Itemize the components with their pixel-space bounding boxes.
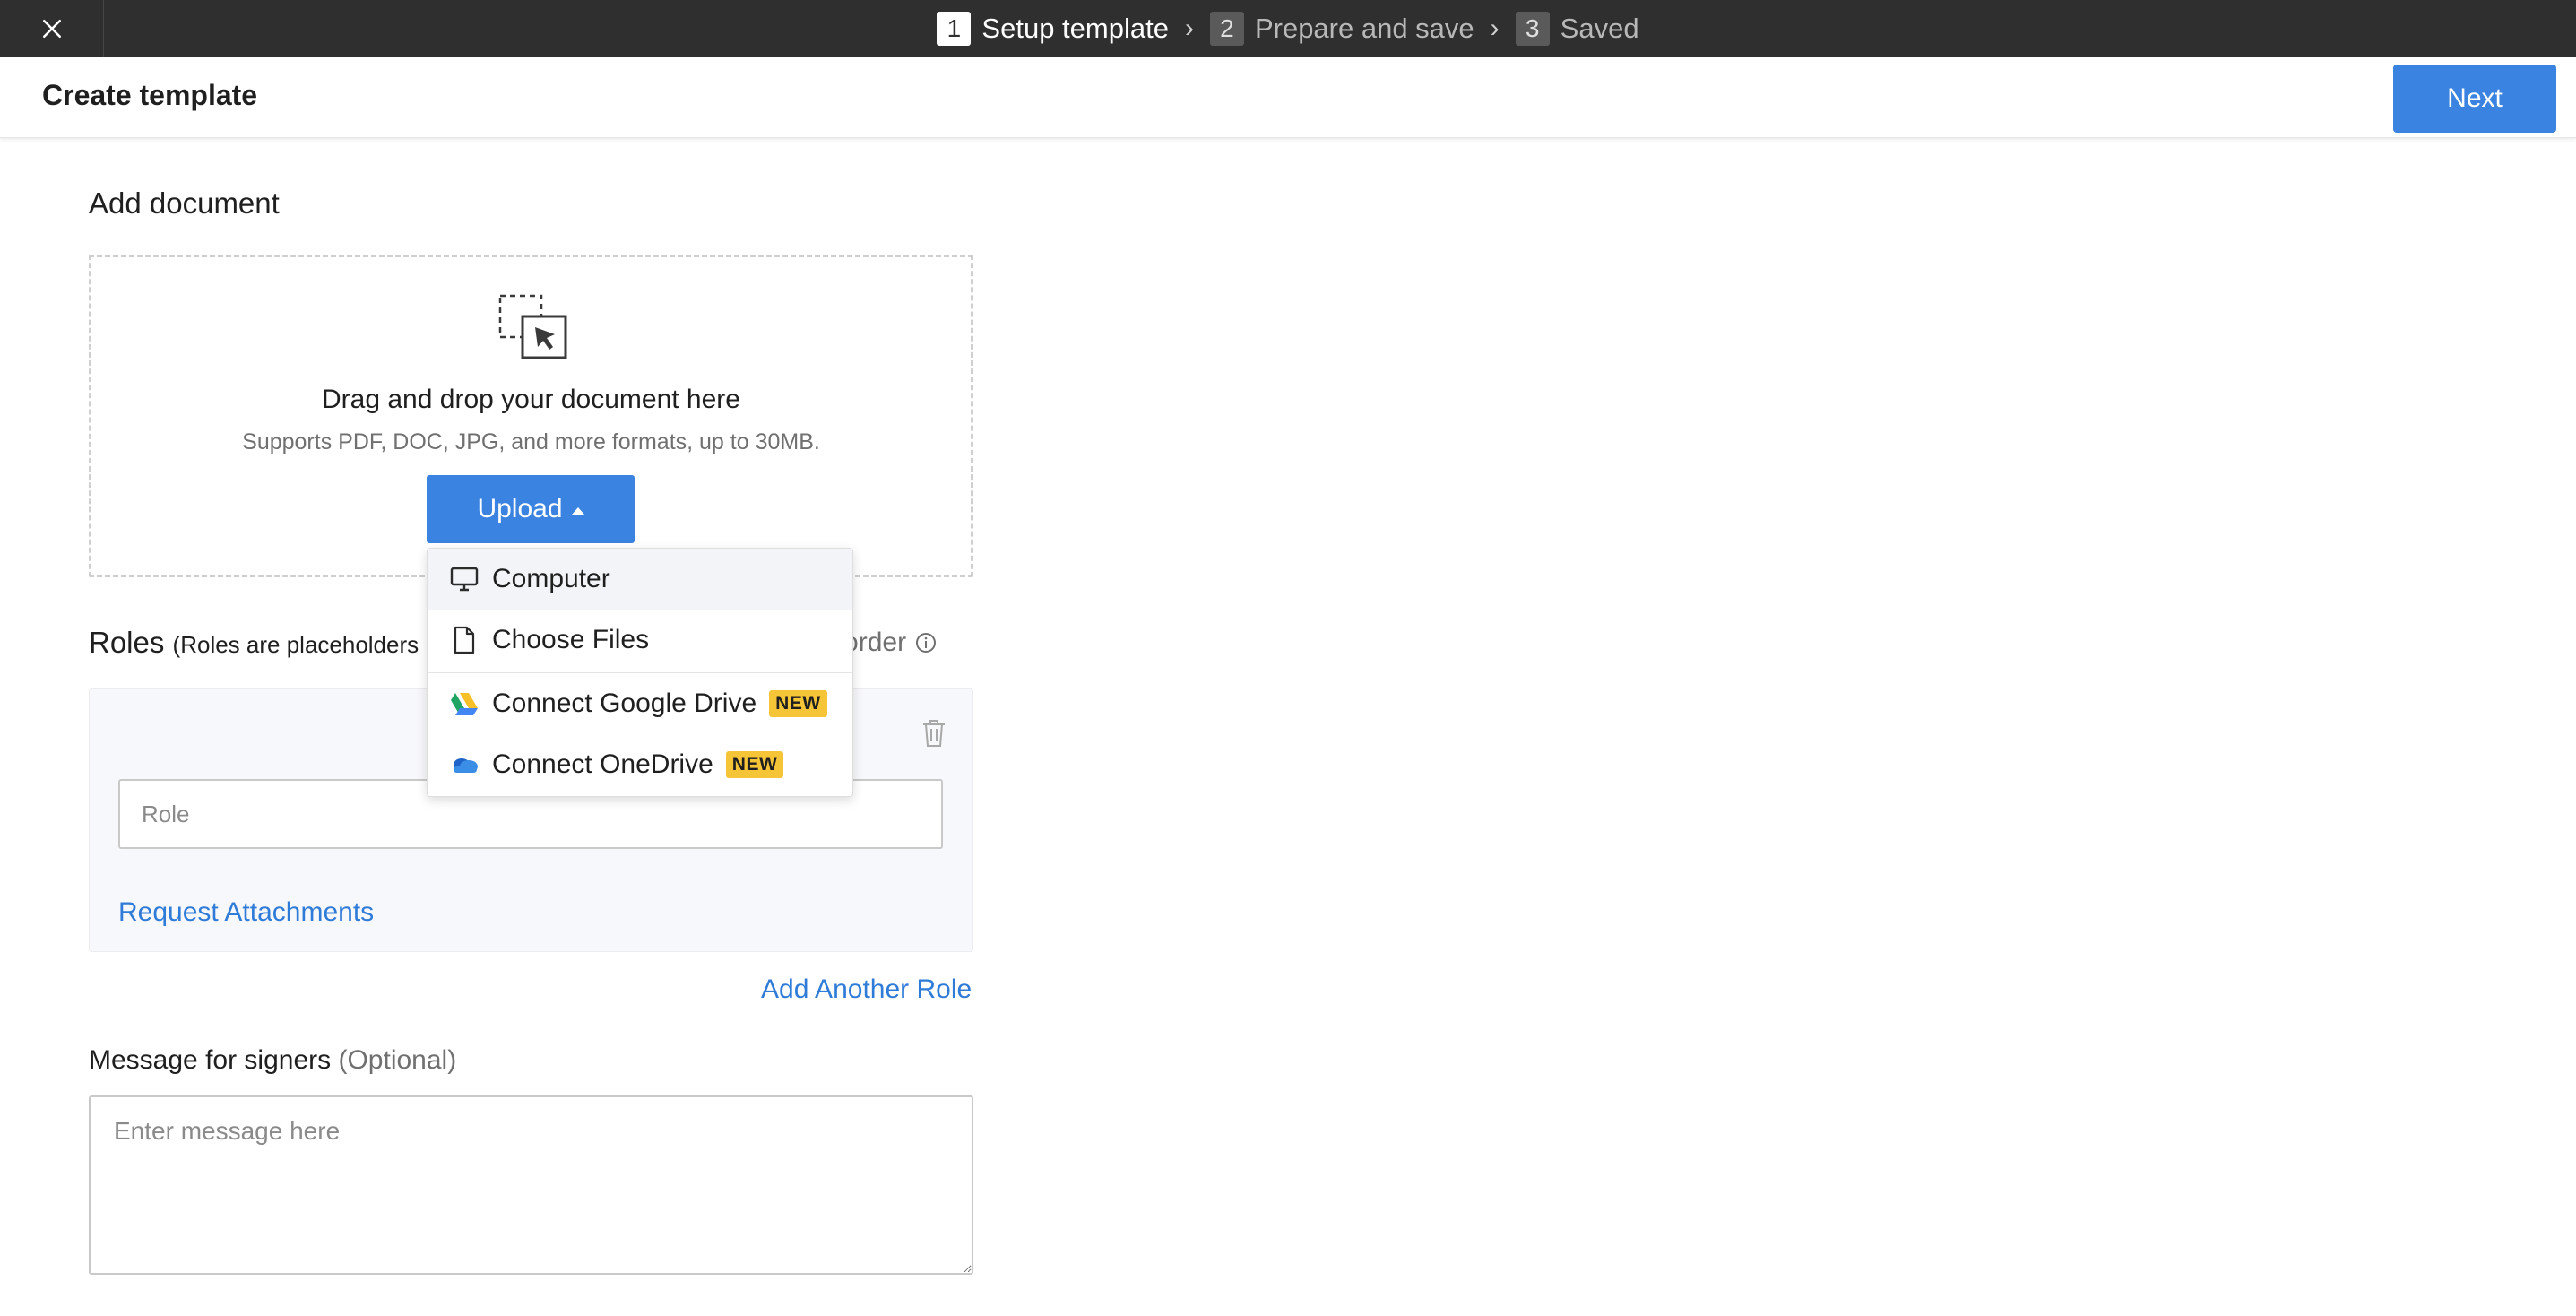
new-badge: NEW — [769, 690, 827, 717]
top-bar: 1 Setup template › 2 Prepare and save › … — [0, 0, 2576, 57]
close-icon — [42, 20, 61, 38]
menu-item-label: Choose Files — [492, 625, 650, 654]
step-number: 1 — [937, 12, 972, 46]
menu-item-label: Connect Google Drive — [492, 688, 757, 718]
menu-item-google-drive[interactable]: Connect Google Drive NEW — [428, 673, 852, 734]
menu-item-label: Computer — [492, 564, 610, 593]
onedrive-icon — [449, 749, 480, 780]
optional-label: (Optional) — [338, 1045, 457, 1075]
menu-item-choose-files[interactable]: Choose Files — [428, 610, 852, 671]
monitor-icon — [449, 564, 480, 594]
file-icon — [449, 625, 480, 655]
menu-item-onedrive[interactable]: Connect OneDrive NEW — [428, 734, 852, 795]
close-button[interactable] — [0, 0, 104, 57]
page-title: Create template — [42, 79, 258, 111]
roles-title: Roles (Roles are placeholders — [89, 626, 419, 660]
roles-hint: (Roles are placeholders — [172, 631, 419, 658]
upload-label: Upload — [477, 494, 563, 524]
upload-menu: Computer Choose Files Connect Google Dri… — [427, 548, 853, 797]
step-saved: 3 Saved — [1515, 12, 1639, 46]
new-badge: NEW — [725, 751, 784, 778]
step-label: Saved — [1560, 13, 1639, 44]
menu-item-label: Connect OneDrive — [492, 749, 713, 779]
page-header: Create template Next — [0, 57, 2576, 138]
info-icon[interactable] — [915, 632, 937, 654]
step-number: 2 — [1209, 12, 1244, 46]
step-number: 3 — [1515, 12, 1550, 46]
message-title: Message for signers (Optional) — [89, 1045, 456, 1076]
dropzone-subtitle: Supports PDF, DOC, JPG, and more formats… — [242, 429, 820, 455]
google-drive-icon — [449, 688, 480, 719]
step-prepare-and-save: 2 Prepare and save — [1209, 12, 1474, 46]
menu-item-computer[interactable]: Computer — [428, 549, 852, 610]
message-textarea[interactable] — [89, 1095, 973, 1275]
dropzone-title: Drag and drop your document here — [322, 385, 740, 414]
stepper: 1 Setup template › 2 Prepare and save › … — [0, 0, 2576, 57]
request-attachments-link[interactable]: Request Attachments — [118, 897, 374, 928]
drag-drop-icon — [498, 294, 567, 359]
step-setup-template: 1 Setup template — [937, 12, 1169, 46]
next-button[interactable]: Next — [2393, 65, 2556, 133]
step-label: Setup template — [981, 13, 1169, 44]
add-another-role-link[interactable]: Add Another Role — [761, 974, 972, 1005]
caret-up-icon — [571, 507, 584, 515]
upload-button[interactable]: Upload — [427, 475, 635, 543]
message-label: Message for signers — [89, 1045, 332, 1075]
trash-icon[interactable] — [921, 718, 947, 749]
add-document-title: Add document — [89, 186, 280, 220]
roles-label: Roles — [89, 626, 165, 659]
chevron-right-icon: › — [1490, 13, 1500, 43]
step-label: Prepare and save — [1254, 13, 1474, 44]
chevron-right-icon: › — [1184, 13, 1194, 43]
